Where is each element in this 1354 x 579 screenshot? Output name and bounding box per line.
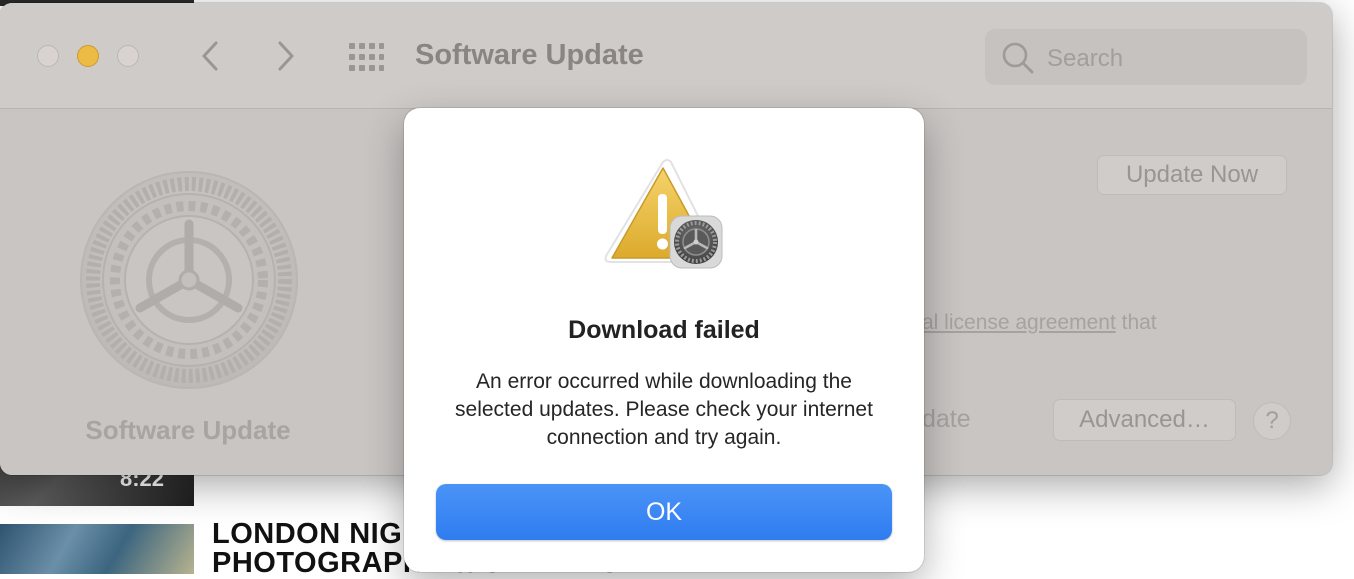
license-suffix: that (1115, 311, 1157, 334)
help-button[interactable]: ? (1253, 402, 1291, 440)
software-update-gear-icon (80, 171, 298, 389)
close-window-button[interactable] (37, 45, 59, 67)
window-titlebar: Software Update Search (0, 3, 1332, 109)
zoom-window-button[interactable] (117, 45, 139, 67)
back-arrow-icon[interactable] (196, 39, 226, 73)
automatic-update-label: date (922, 405, 971, 433)
forward-arrow-icon[interactable] (270, 39, 300, 73)
software-update-label: Software Update (85, 415, 291, 445)
dialog-title: Download failed (568, 316, 760, 344)
search-placeholder: Search (1047, 45, 1124, 72)
license-text: al license agreement that (922, 311, 1157, 335)
warning-with-gear-icon (604, 159, 723, 269)
dialog-message: An error occurred while downloading the … (455, 370, 873, 449)
video-thumbnail-london[interactable] (0, 524, 194, 574)
license-agreement-link[interactable]: al license agreement (922, 311, 1116, 334)
update-now-button[interactable]: Update Now (1097, 155, 1287, 195)
minimize-window-button[interactable] (77, 45, 99, 67)
window-title: Software Update (415, 39, 644, 71)
search-icon (1002, 42, 1034, 74)
search-field[interactable]: Search (985, 29, 1307, 85)
advanced-button[interactable]: Advanced… (1053, 399, 1236, 441)
ok-button[interactable]: OK (436, 484, 892, 540)
show-all-grid-icon[interactable] (348, 42, 384, 72)
alert-dialog: Download failed An error occurred while … (404, 108, 924, 572)
